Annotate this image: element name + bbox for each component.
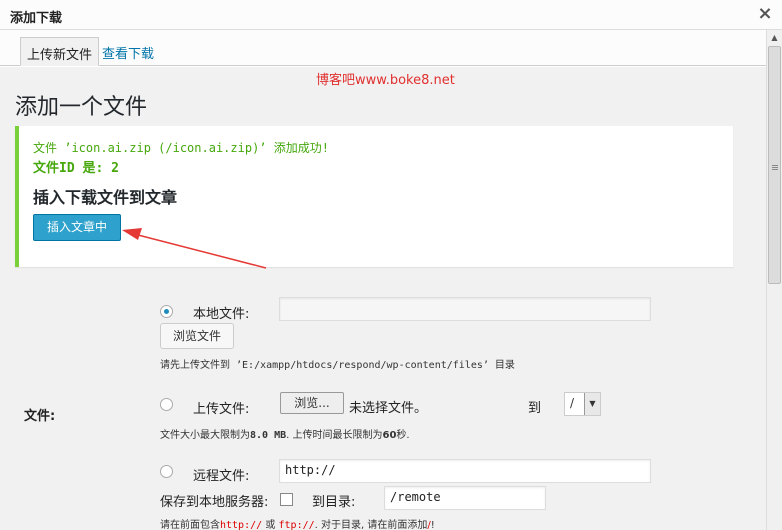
ftp-prefix: ftp://: [278, 520, 315, 530]
notice-file-id: 文件ID 是: 2: [33, 161, 119, 176]
local-file-input[interactable]: [279, 297, 651, 321]
upload-to-label: 到: [528, 401, 542, 416]
window-title: 添加下载: [10, 11, 63, 26]
remote-dir-label: 到目录:: [312, 495, 356, 510]
watermark: 博客吧www.boke8.net: [316, 73, 455, 88]
save-local-checkbox[interactable]: [280, 493, 293, 506]
hint-text: . 上传时间最长限制为: [286, 430, 383, 441]
remote-file-hint: 请在前面包含http:// 或 ftp://. 对于目录, 请在前面添加/!: [160, 516, 435, 530]
insert-heading: 插入下载文件到文章: [33, 188, 178, 207]
vertical-scrollbar[interactable]: ▲: [766, 30, 782, 530]
scroll-up-arrow-icon[interactable]: ▲: [767, 30, 782, 46]
hint-text: . 对于目录, 请在前面添加: [314, 520, 428, 530]
browse-files-button[interactable]: 浏览文件: [160, 323, 234, 349]
local-file-radio[interactable]: [160, 305, 173, 318]
http-prefix: http://: [220, 520, 263, 530]
success-notice: 文件 ’icon.ai.zip (/icon.ai.zip)’ 添加成功! 文件…: [15, 126, 733, 267]
grip-icon: [772, 165, 778, 166]
tab-upload-new-file[interactable]: 上传新文件: [20, 37, 100, 66]
notice-added-message: 文件 ’icon.ai.zip (/icon.ai.zip)’ 添加成功!: [33, 141, 329, 155]
upload-directory-select[interactable]: / ▼: [564, 392, 601, 416]
remote-file-radio[interactable]: [160, 465, 173, 478]
remote-url-input[interactable]: http://: [279, 459, 651, 483]
remote-directory-input[interactable]: /remote: [384, 486, 546, 510]
tab-view-downloads[interactable]: 查看下载: [96, 37, 160, 66]
remote-file-label: 远程文件:: [193, 469, 250, 484]
hint-text: 请在前面包含: [160, 520, 220, 530]
tab-bar: 上传新文件 查看下载: [0, 30, 766, 66]
chevron-down-icon[interactable]: ▼: [584, 393, 600, 415]
main-content: 博客吧www.boke8.net 添加一个文件 文件 ’icon.ai.zip …: [0, 67, 766, 530]
hint-text: 秒.: [396, 430, 410, 441]
save-local-label: 保存到本地服务器:: [160, 495, 269, 510]
file-chooser-button[interactable]: 浏览...: [280, 392, 344, 414]
hint-text: !: [430, 520, 435, 530]
close-icon[interactable]: ×: [754, 3, 776, 25]
page-title: 添加一个文件: [15, 95, 148, 120]
insert-into-post-button[interactable]: 插入文章中: [33, 214, 121, 241]
max-time-value: 60: [382, 430, 397, 441]
upload-directory-value: /: [570, 396, 575, 410]
upload-file-radio[interactable]: [160, 398, 173, 411]
local-file-label: 本地文件:: [193, 307, 250, 322]
local-file-hint: 请先上传文件到 ’E:/xampp/htdocs/respond/wp-cont…: [160, 360, 515, 371]
upload-limits-hint: 文件大小最大限制为8.0 MB. 上传时间最长限制为60秒.: [160, 426, 410, 441]
upload-file-label: 上传文件:: [193, 402, 250, 417]
hint-text: 或: [262, 520, 279, 530]
no-file-selected-text: 未选择文件。: [349, 401, 428, 416]
file-field-label: 文件:: [24, 409, 56, 424]
hint-text: 文件大小最大限制为: [160, 430, 250, 441]
scrollbar-thumb[interactable]: [768, 46, 781, 284]
max-size-value: 8.0 MB: [250, 430, 287, 441]
window-titlebar: 添加下载 ×: [0, 0, 782, 30]
